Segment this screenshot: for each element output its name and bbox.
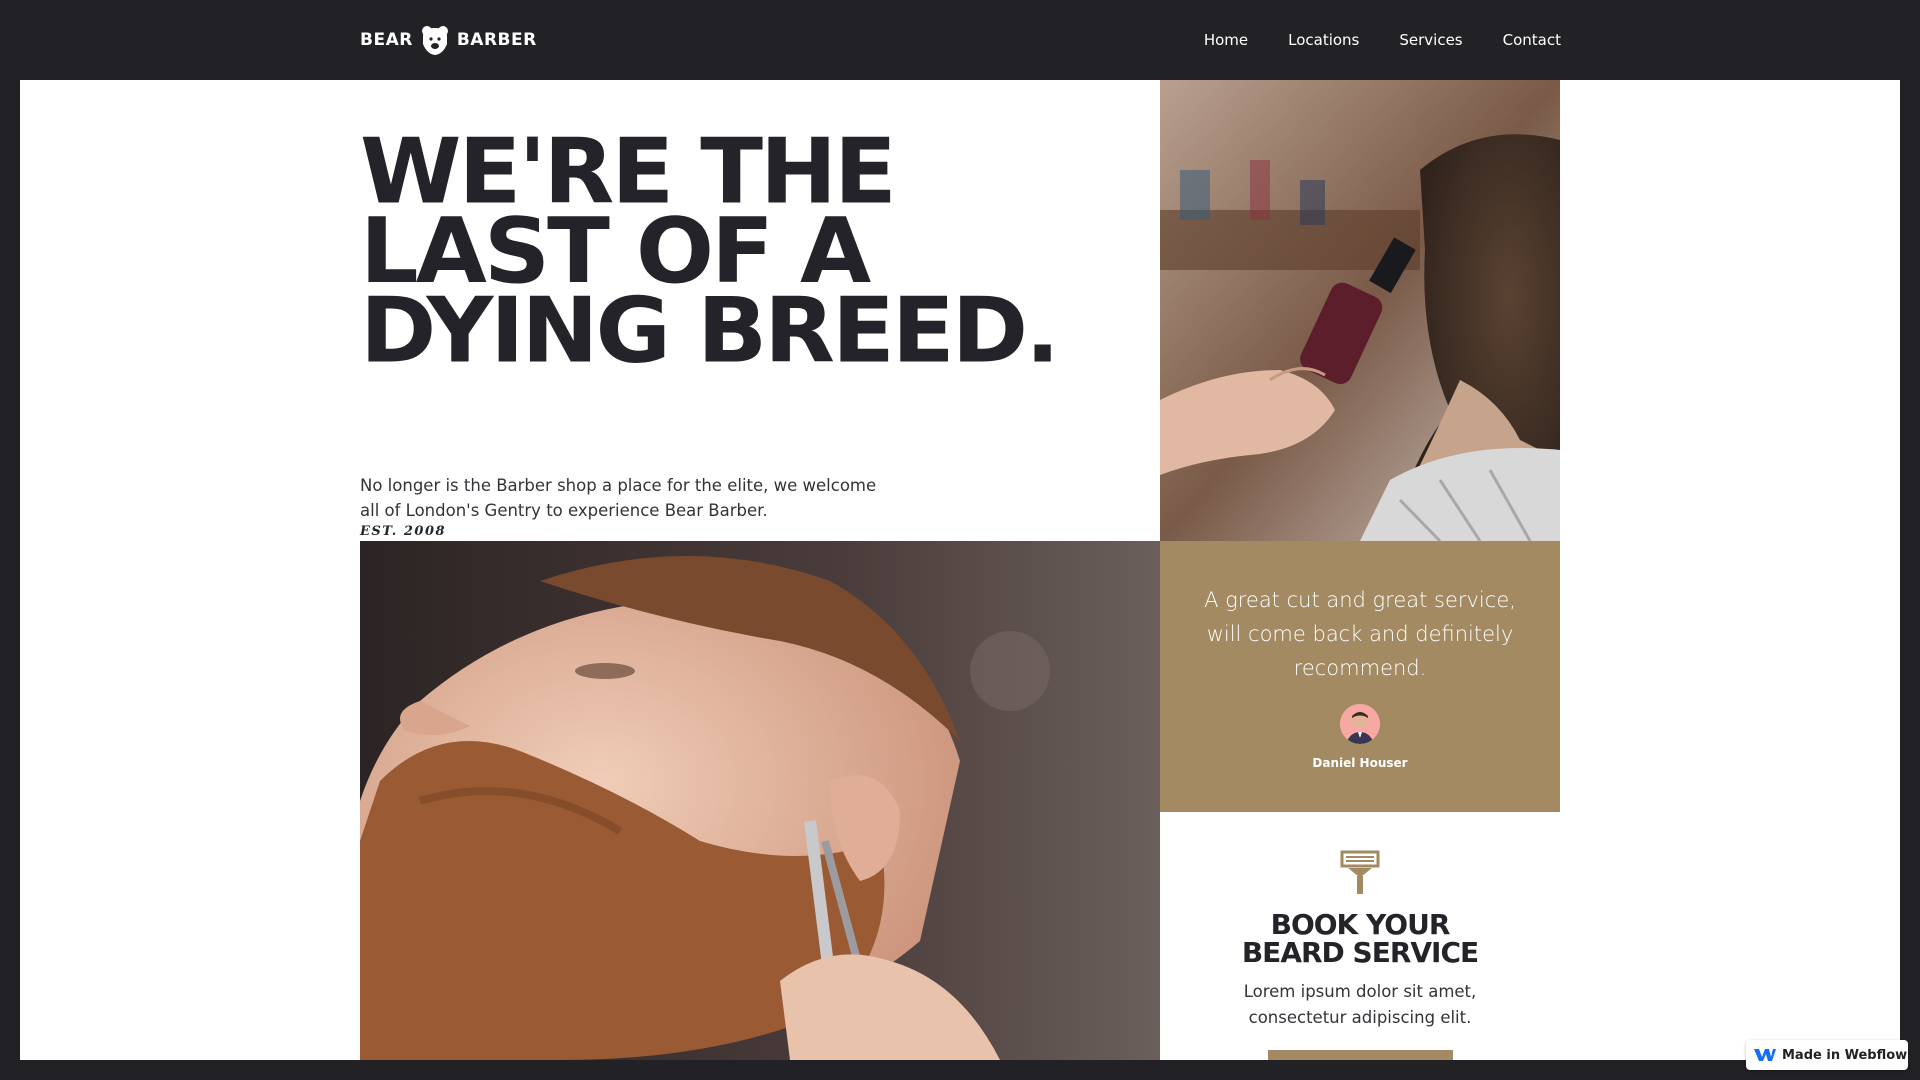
- hero-section: WE'RE THE LAST OF A DYING BREED. No long…: [360, 127, 1160, 539]
- page-content: WE'RE THE LAST OF A DYING BREED. No long…: [20, 80, 1900, 1060]
- nav-link-services[interactable]: Services: [1399, 31, 1462, 49]
- book-title: BOOK YOUR BEARD SERVICE: [1160, 911, 1560, 967]
- nav-link-contact[interactable]: Contact: [1503, 31, 1561, 49]
- avatar-icon: [1340, 704, 1380, 744]
- nav-link-home[interactable]: Home: [1204, 31, 1248, 49]
- haircut-photo: [1160, 80, 1560, 541]
- book-title-line: BOOK YOUR: [1270, 908, 1451, 941]
- book-description: Lorem ipsum dolor sit amet, consectetur …: [1243, 982, 1477, 1027]
- testimonial-quote: A great cut and great service, will come…: [1204, 588, 1516, 680]
- bear-logo-icon: [421, 26, 448, 55]
- hero-title-line: DYING BREED.: [360, 278, 1060, 383]
- razor-icon: [1340, 850, 1380, 894]
- webflow-logo-icon: [1754, 1049, 1776, 1061]
- logo[interactable]: BEAR BARBER: [360, 22, 537, 58]
- avatar: [1340, 704, 1380, 744]
- book-button[interactable]: [1268, 1050, 1453, 1060]
- beard-trim-photo-graphic: [360, 541, 1160, 1060]
- established-label: EST. 2008: [360, 524, 447, 539]
- made-in-webflow-badge[interactable]: Made in Webflow: [1746, 1040, 1908, 1070]
- logo-text-right: BARBER: [456, 30, 537, 50]
- testimonial-author: Daniel Houser: [1312, 756, 1408, 770]
- logo-text-left: BEAR: [360, 30, 413, 50]
- nav-link-locations[interactable]: Locations: [1288, 31, 1359, 49]
- book-title-line: BEARD SERVICE: [1241, 936, 1479, 969]
- book-service-card: BOOK YOUR BEARD SERVICE Lorem ipsum dolo…: [1160, 812, 1560, 1060]
- badge-text: Made in Webflow: [1782, 1047, 1908, 1063]
- testimonial-card: A great cut and great service, will come…: [1160, 541, 1560, 812]
- hero-subtitle: No longer is the Barber shop a place for…: [360, 476, 877, 520]
- nav-links: Home Locations Services Contact: [1204, 0, 1561, 80]
- haircut-photo-graphic: [1160, 80, 1560, 541]
- beard-trim-photo: [360, 541, 1160, 1060]
- top-nav: BEAR BARBER Home Locations Services Cont…: [0, 0, 1920, 80]
- hero-title: WE'RE THE LAST OF A DYING BREED.: [360, 127, 1160, 383]
